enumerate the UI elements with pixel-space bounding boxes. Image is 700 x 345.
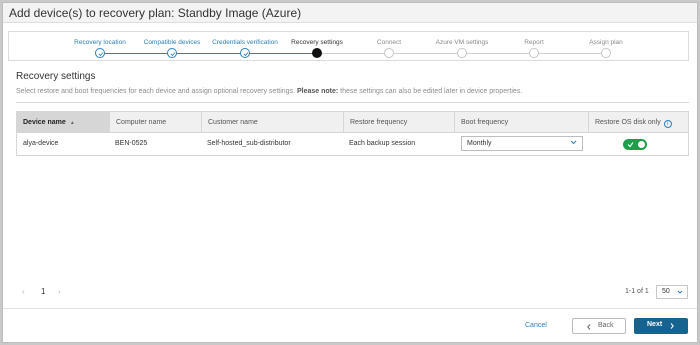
- step-assign-plan: Assign plan: [556, 32, 656, 62]
- column-header-label: Restore frequency: [350, 119, 408, 126]
- chevron-right-icon: [670, 323, 674, 329]
- step-pending-dot: [601, 48, 611, 58]
- footer-divider: [3, 308, 697, 309]
- pagination-prev-button[interactable]: ‹: [22, 287, 25, 296]
- boot-frequency-select[interactable]: Monthly: [461, 136, 583, 151]
- description-note-label: Please note:: [296, 88, 339, 95]
- boot-frequency-value: Monthly: [467, 140, 492, 147]
- sort-ascending-icon: ▲: [69, 120, 75, 126]
- pagination-range: 1-1 of 1: [625, 288, 649, 295]
- column-header-label: Restore OS disk only: [595, 119, 661, 126]
- cell-restore-frequency: Each backup session: [349, 140, 416, 147]
- dialog-title-bar: Add device(s) to recovery plan: Standby …: [3, 3, 697, 23]
- chevron-left-icon: [587, 324, 591, 330]
- chevron-down-icon: [570, 140, 577, 145]
- column-header-customer-name[interactable]: Customer name: [201, 112, 343, 133]
- check-icon: [627, 142, 634, 148]
- column-header-boot-frequency[interactable]: Boot frequency: [454, 112, 588, 133]
- per-page-value: 50: [662, 288, 670, 295]
- column-header-computer-name[interactable]: Computer name: [109, 112, 201, 133]
- next-button-label: Next: [647, 321, 663, 328]
- section-title: Recovery settings: [16, 71, 96, 82]
- column-header-restore-frequency[interactable]: Restore frequency: [343, 112, 454, 133]
- back-button[interactable]: Back: [572, 318, 626, 334]
- column-header-restore-os-disk-only[interactable]: Restore OS disk only i: [588, 112, 688, 133]
- restore-os-disk-only-toggle[interactable]: [623, 139, 647, 150]
- cell-computer-name: BEN-0525: [115, 140, 148, 147]
- recovery-plan-dialog: Add device(s) to recovery plan: Standby …: [2, 2, 698, 343]
- next-button[interactable]: Next: [634, 318, 688, 334]
- table-row: alya-device BEN-0525 Self-hosted_sub-dis…: [17, 133, 688, 155]
- section-divider: [16, 102, 689, 103]
- column-header-label: Computer name: [116, 119, 167, 126]
- per-page-select[interactable]: 50: [656, 285, 688, 299]
- pagination-current-page[interactable]: 1: [41, 287, 45, 296]
- cell-customer-name: Self-hosted_sub-distributor: [207, 140, 291, 147]
- pagination-next-button[interactable]: ›: [58, 287, 61, 296]
- dialog-title: Add device(s) to recovery plan: Standby …: [9, 6, 302, 20]
- column-header-device-name[interactable]: Device name ▲: [17, 112, 109, 133]
- info-icon[interactable]: i: [663, 120, 672, 128]
- table-header: Device name ▲ Computer name Customer name…: [17, 112, 688, 133]
- step-current-dot: [312, 48, 322, 58]
- column-header-label: Customer name: [208, 119, 258, 126]
- step-pending-dot: [457, 48, 467, 58]
- cancel-button[interactable]: Cancel: [525, 322, 547, 329]
- chevron-down-icon: [677, 290, 683, 294]
- step-check-icon: [167, 48, 177, 58]
- cell-device-name: alya-device: [23, 140, 59, 147]
- column-header-label: Device name: [23, 119, 66, 126]
- step-pending-dot: [384, 48, 394, 58]
- step-check-icon: [240, 48, 250, 58]
- description-note: these settings can also be edited later …: [340, 88, 523, 95]
- section-description: Select restore and boot frequencies for …: [16, 88, 522, 95]
- step-check-icon: [95, 48, 105, 58]
- back-button-label: Back: [598, 322, 614, 329]
- step-label: Assign plan: [589, 39, 623, 46]
- description-text: Select restore and boot frequencies for …: [16, 88, 295, 95]
- column-header-label: Boot frequency: [461, 119, 509, 126]
- devices-table: Device name ▲ Computer name Customer name…: [16, 111, 689, 156]
- toggle-knob: [638, 141, 645, 148]
- step-pending-dot: [529, 48, 539, 58]
- wizard-stepper: Recovery location Compatible devices Cre…: [8, 31, 689, 61]
